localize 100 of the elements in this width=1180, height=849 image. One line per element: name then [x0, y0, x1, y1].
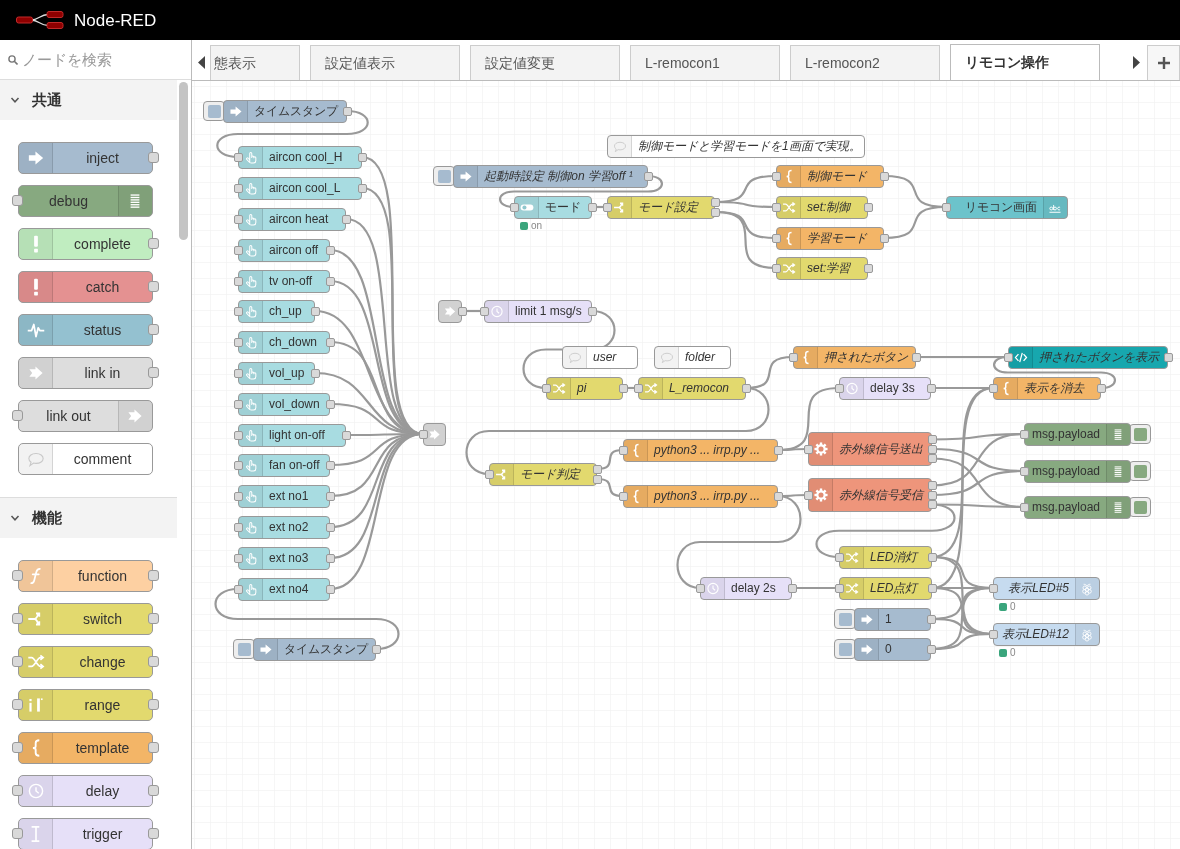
- input-port[interactable]: [233, 584, 243, 594]
- output-port[interactable]: [148, 238, 159, 249]
- input-port[interactable]: [12, 613, 23, 624]
- output-port[interactable]: [325, 522, 335, 532]
- flow-node[interactable]: タイムスタンプ: [223, 99, 347, 123]
- flow-node[interactable]: 制御モードと学習モードを1画面で実現。: [607, 134, 865, 158]
- output-port[interactable]: [741, 383, 751, 393]
- palette-node[interactable]: range: [18, 689, 153, 721]
- flow-node[interactable]: タイムスタンプ: [253, 637, 376, 661]
- palette-node[interactable]: change: [18, 646, 153, 678]
- inject-button[interactable]: [834, 639, 856, 659]
- input-port[interactable]: [803, 490, 813, 500]
- debug-toggle-button[interactable]: [1129, 497, 1151, 517]
- output-port[interactable]: [341, 430, 351, 440]
- output-port[interactable]: [773, 445, 783, 455]
- output-port[interactable]: [587, 202, 597, 212]
- input-port[interactable]: [12, 699, 23, 710]
- output-port[interactable]: [618, 383, 628, 393]
- flow-tab[interactable]: L-remocon2: [790, 45, 940, 80]
- output-port[interactable]: [863, 202, 873, 212]
- category-header[interactable]: 機能: [0, 498, 177, 538]
- input-port[interactable]: [479, 306, 489, 316]
- input-port[interactable]: [418, 429, 428, 439]
- palette-node[interactable]: catch: [18, 271, 153, 303]
- input-port[interactable]: [541, 383, 551, 393]
- output-port[interactable]: [926, 614, 936, 624]
- output-port[interactable]: [587, 306, 597, 316]
- input-port[interactable]: [1003, 352, 1013, 362]
- input-port[interactable]: [233, 183, 243, 193]
- input-port[interactable]: [618, 445, 628, 455]
- output-port[interactable]: [926, 383, 936, 393]
- output-port[interactable]: [787, 583, 797, 593]
- output-port[interactable]: [325, 337, 335, 347]
- input-port[interactable]: [12, 410, 23, 421]
- output-port[interactable]: [879, 233, 889, 243]
- output-port[interactable]: [148, 570, 159, 581]
- input-port[interactable]: [695, 583, 705, 593]
- input-port[interactable]: [12, 785, 23, 796]
- flow-node[interactable]: user: [562, 345, 638, 369]
- palette-node[interactable]: function: [18, 560, 153, 592]
- input-port[interactable]: [1019, 466, 1029, 476]
- output-port[interactable]: [148, 367, 159, 378]
- input-port[interactable]: [988, 383, 998, 393]
- output-port[interactable]: [148, 281, 159, 292]
- input-port[interactable]: [1019, 502, 1029, 512]
- output-port[interactable]: [927, 583, 937, 593]
- input-port[interactable]: [12, 656, 23, 667]
- input-port[interactable]: [509, 202, 519, 212]
- input-port[interactable]: [233, 399, 243, 409]
- debug-toggle-button[interactable]: [1129, 424, 1151, 444]
- inject-button[interactable]: [233, 639, 255, 659]
- output-port[interactable]: [325, 584, 335, 594]
- input-port[interactable]: [233, 460, 243, 470]
- palette-node[interactable]: comment: [18, 443, 153, 475]
- input-port[interactable]: [834, 552, 844, 562]
- add-tab-button[interactable]: [1147, 45, 1180, 80]
- output-port[interactable]: [148, 828, 159, 839]
- output-port[interactable]: [926, 644, 936, 654]
- input-port[interactable]: [233, 368, 243, 378]
- output-port[interactable]: [1096, 383, 1106, 393]
- palette-node[interactable]: template: [18, 732, 153, 764]
- inject-button[interactable]: [834, 609, 856, 629]
- input-port[interactable]: [788, 352, 798, 362]
- output-port[interactable]: [863, 263, 873, 273]
- input-port[interactable]: [834, 383, 844, 393]
- input-port[interactable]: [12, 742, 23, 753]
- output-port[interactable]: [325, 460, 335, 470]
- input-port[interactable]: [771, 263, 781, 273]
- input-port[interactable]: [233, 430, 243, 440]
- output-port[interactable]: [148, 152, 159, 163]
- output-port[interactable]: [148, 613, 159, 624]
- palette-node[interactable]: debug: [18, 185, 153, 217]
- output-port[interactable]: [357, 183, 367, 193]
- output-port[interactable]: [911, 352, 921, 362]
- flow-node[interactable]: 起動時設定 制御on 学習off ¹: [453, 164, 648, 188]
- input-port[interactable]: [233, 276, 243, 286]
- palette-node[interactable]: inject: [18, 142, 153, 174]
- flow-node[interactable]: 赤外線信号受信: [808, 478, 932, 512]
- output-port[interactable]: [325, 276, 335, 286]
- palette-node[interactable]: status: [18, 314, 153, 346]
- input-port[interactable]: [233, 214, 243, 224]
- output-port[interactable]: [879, 171, 889, 181]
- output-port[interactable]: [773, 491, 783, 501]
- input-port[interactable]: [233, 553, 243, 563]
- output-port[interactable]: [457, 306, 467, 316]
- input-port[interactable]: [771, 202, 781, 212]
- output-port[interactable]: [371, 644, 381, 654]
- input-port[interactable]: [771, 171, 781, 181]
- output-port[interactable]: [342, 106, 352, 116]
- input-port[interactable]: [233, 306, 243, 316]
- flow-tab[interactable]: 設定値表示: [310, 45, 460, 80]
- input-port[interactable]: [988, 629, 998, 639]
- input-port[interactable]: [12, 828, 23, 839]
- output-port[interactable]: [927, 552, 937, 562]
- input-port[interactable]: [633, 383, 643, 393]
- flow-tab[interactable]: 態表示: [210, 45, 300, 80]
- input-port[interactable]: [233, 152, 243, 162]
- palette-node[interactable]: link out: [18, 400, 153, 432]
- input-port[interactable]: [12, 570, 23, 581]
- output-port[interactable]: [357, 152, 367, 162]
